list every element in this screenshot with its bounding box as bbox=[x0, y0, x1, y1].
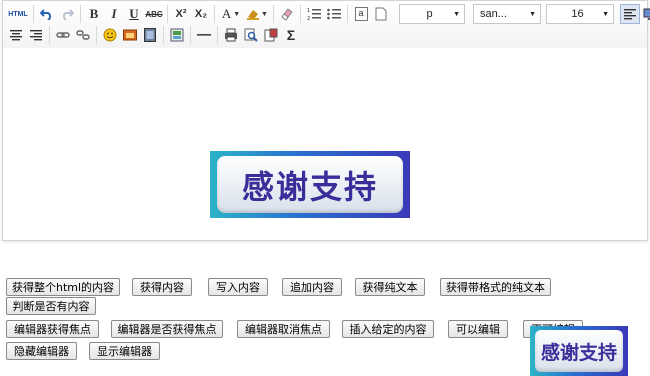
toolbar-separator bbox=[167, 5, 168, 23]
get-content-button[interactable]: 获得内容 bbox=[132, 278, 192, 296]
fullscreen-icon[interactable] bbox=[640, 4, 650, 24]
toolbar-separator bbox=[273, 5, 274, 23]
focus-editor-button[interactable]: 编辑器获得焦点 bbox=[6, 320, 99, 338]
is-focused-button[interactable]: 编辑器是否获得焦点 bbox=[111, 320, 223, 338]
ordered-list-icon[interactable]: 12 bbox=[304, 4, 324, 24]
blur-editor-button[interactable]: 编辑器取消焦点 bbox=[237, 320, 330, 338]
chevron-down-icon: ▼ bbox=[602, 10, 609, 18]
font-color-label: A bbox=[221, 6, 232, 21]
hide-editor-button[interactable]: 隐藏编辑器 bbox=[6, 342, 77, 360]
template-icon[interactable] bbox=[261, 25, 281, 45]
paste-icon[interactable] bbox=[371, 4, 391, 24]
editor-content-area[interactable]: 感谢支持 bbox=[3, 48, 647, 240]
get-formatted-text-button[interactable]: 获得带格式的纯文本 bbox=[440, 278, 551, 296]
image-icon[interactable] bbox=[120, 25, 140, 45]
toolbar-separator bbox=[214, 5, 215, 23]
emoticon-icon[interactable] bbox=[100, 25, 120, 45]
chevron-down-icon: ▼ bbox=[529, 10, 536, 18]
code-icon[interactable] bbox=[167, 25, 187, 45]
unordered-list-icon[interactable] bbox=[324, 4, 344, 24]
undo-icon[interactable] bbox=[37, 4, 57, 24]
print-icon[interactable] bbox=[221, 25, 241, 45]
thanks-image-label: 感谢支持 bbox=[217, 156, 403, 213]
paste-text-label: a bbox=[354, 7, 368, 21]
align-right-icon[interactable] bbox=[26, 25, 46, 45]
font-family-value: san... bbox=[480, 8, 507, 20]
toolbar-separator bbox=[300, 5, 301, 23]
paragraph-format-select[interactable]: p ▼ bbox=[399, 4, 465, 24]
get-all-html-button[interactable]: 获得整个html的内容 bbox=[6, 278, 120, 296]
horizontal-rule-icon[interactable] bbox=[194, 25, 214, 45]
show-editor-button[interactable]: 显示编辑器 bbox=[89, 342, 160, 360]
toolbar-separator bbox=[347, 5, 348, 23]
has-content-button[interactable]: 判断是否有内容 bbox=[6, 297, 96, 315]
chevron-down-icon: ▼ bbox=[453, 10, 460, 18]
toolbar-separator bbox=[33, 5, 34, 23]
chevron-down-icon: ▼ bbox=[261, 10, 268, 18]
unlink-icon[interactable] bbox=[73, 25, 93, 45]
toolbar-separator bbox=[190, 26, 191, 44]
strikethrough-button[interactable]: ABC bbox=[144, 4, 164, 24]
paste-text-icon[interactable]: a bbox=[351, 4, 371, 24]
thanks-image: 感谢支持 bbox=[210, 151, 410, 218]
align-center-icon[interactable] bbox=[6, 25, 26, 45]
redo-icon[interactable] bbox=[57, 4, 77, 24]
paragraph-format-value: p bbox=[426, 8, 433, 20]
source-html-button[interactable]: HTML bbox=[6, 4, 30, 24]
floating-thanks-label: 感谢支持 bbox=[535, 330, 623, 372]
underline-button[interactable]: U bbox=[124, 4, 144, 24]
svg-text:2: 2 bbox=[307, 16, 310, 21]
font-color-button[interactable]: A ▼ bbox=[218, 4, 244, 24]
chevron-down-icon: ▼ bbox=[233, 10, 241, 18]
toolbar-row-1: HTML B I U ABC X² X₂ A ▼ ▼ 1 2 a p ▼ san… bbox=[6, 3, 650, 25]
append-content-button[interactable]: 追加内容 bbox=[282, 278, 342, 296]
svg-text:1: 1 bbox=[307, 8, 310, 14]
italic-button[interactable]: I bbox=[104, 4, 124, 24]
font-size-select[interactable]: 16 ▼ bbox=[546, 4, 614, 24]
toolbar-row-2: Σ bbox=[6, 24, 301, 46]
insert-content-button[interactable]: 插入给定的内容 bbox=[342, 320, 434, 338]
video-icon[interactable] bbox=[140, 25, 160, 45]
link-icon[interactable] bbox=[53, 25, 73, 45]
toolbar-separator bbox=[49, 26, 50, 44]
toolbar-separator bbox=[96, 26, 97, 44]
font-size-value: 16 bbox=[571, 8, 584, 20]
toolbar-separator bbox=[217, 26, 218, 44]
preview-icon[interactable] bbox=[241, 25, 261, 45]
align-left-icon[interactable] bbox=[620, 4, 640, 24]
bold-button[interactable]: B bbox=[84, 4, 104, 24]
eraser-icon[interactable] bbox=[277, 4, 297, 24]
get-plain-text-button[interactable]: 获得纯文本 bbox=[355, 278, 425, 296]
floating-thanks-badge: 感谢支持 bbox=[530, 326, 628, 376]
rich-text-editor: HTML B I U ABC X² X₂ A ▼ ▼ 1 2 a p ▼ san… bbox=[2, 0, 650, 241]
toolbar-separator bbox=[163, 26, 164, 44]
enable-edit-button[interactable]: 可以编辑 bbox=[448, 320, 508, 338]
toolbar-separator bbox=[80, 5, 81, 23]
write-content-button[interactable]: 写入内容 bbox=[208, 278, 268, 296]
superscript-button[interactable]: X² bbox=[171, 4, 191, 24]
subscript-button[interactable]: X₂ bbox=[191, 4, 211, 24]
formula-icon[interactable]: Σ bbox=[281, 25, 301, 45]
editor-toolbar: HTML B I U ABC X² X₂ A ▼ ▼ 1 2 a p ▼ san… bbox=[3, 1, 650, 49]
background-color-icon[interactable]: ▼ bbox=[244, 4, 270, 24]
font-family-select[interactable]: san... ▼ bbox=[473, 4, 541, 24]
